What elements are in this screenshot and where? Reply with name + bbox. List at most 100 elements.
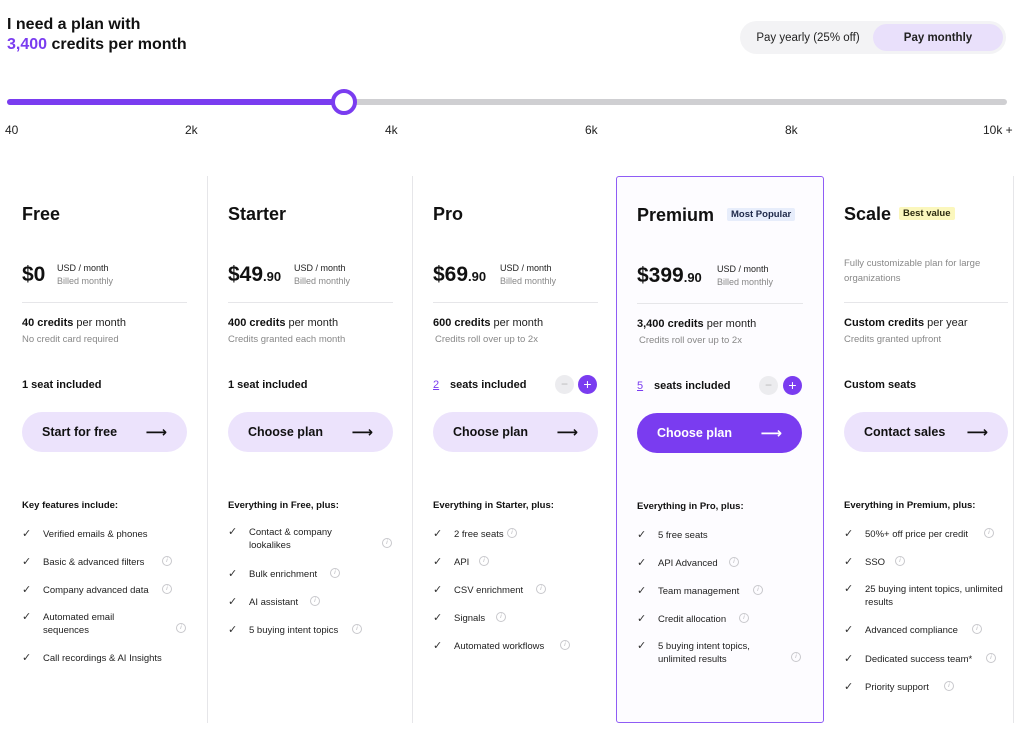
best-value-badge: Best value bbox=[899, 207, 955, 220]
feature-text: 25 buying intent topics, unlimited resul… bbox=[865, 584, 1003, 608]
credits-amount: 3,400 credits bbox=[637, 318, 704, 330]
credits-note: No credit card required bbox=[22, 334, 119, 345]
check-icon: ✓ bbox=[637, 613, 647, 625]
check-icon: ✓ bbox=[433, 612, 443, 624]
check-icon: ✓ bbox=[637, 529, 647, 541]
info-icon[interactable]: i bbox=[507, 528, 517, 538]
feature-text: Signals bbox=[454, 613, 486, 624]
info-icon[interactable]: i bbox=[739, 613, 749, 623]
info-icon[interactable]: i bbox=[536, 584, 546, 594]
billing-cycle: Billed monthly bbox=[57, 276, 114, 286]
slider-tick: 10k + bbox=[983, 123, 1013, 137]
features-heading: Everything in Pro, plus: bbox=[637, 501, 744, 512]
price: $399.90 bbox=[637, 264, 702, 288]
plan-card-free: Free $0 USD / month Billed monthly 40 cr… bbox=[0, 176, 206, 723]
credits-amount: 400 credits bbox=[228, 317, 286, 329]
plan-name: Starter bbox=[228, 204, 287, 224]
info-icon[interactable]: i bbox=[496, 612, 506, 622]
choose-plan-button[interactable]: Choose plan ⟶ bbox=[433, 412, 598, 452]
seat-decrement-button[interactable]: − bbox=[555, 375, 574, 394]
feature-text: CSV enrichment bbox=[454, 585, 524, 596]
plan-card-starter: Starter $49.90 USD / month Billed monthl… bbox=[207, 176, 413, 723]
price-unit: USD / month bbox=[717, 264, 769, 274]
feature-text: Credit allocation bbox=[658, 614, 727, 625]
billing-cycle: Billed monthly bbox=[500, 276, 557, 286]
headline-suffix: credits per month bbox=[51, 36, 187, 53]
credits-amount: 40 credits bbox=[22, 317, 74, 329]
choose-plan-button[interactable]: Choose plan ⟶ bbox=[228, 412, 393, 452]
credits-note: Credits roll over up to 2x bbox=[435, 334, 538, 345]
slider-tick: 40 bbox=[5, 123, 19, 137]
info-icon[interactable]: i bbox=[984, 528, 994, 538]
info-icon[interactable]: i bbox=[310, 596, 320, 606]
info-icon[interactable]: i bbox=[895, 556, 905, 566]
cta-label: Start for free bbox=[42, 425, 118, 439]
seat-increment-button[interactable]: + bbox=[578, 375, 597, 394]
credits-suffix: per month bbox=[490, 317, 544, 329]
plan-card-pro: Pro $69.90 USD / month Billed monthly 60… bbox=[412, 176, 618, 723]
price-main: $69 bbox=[433, 263, 469, 286]
info-icon[interactable]: i bbox=[479, 556, 489, 566]
check-icon: ✓ bbox=[433, 640, 443, 652]
credits-slider[interactable] bbox=[7, 89, 1007, 115]
info-icon[interactable]: i bbox=[986, 653, 996, 663]
pay-monthly-option[interactable]: Pay monthly bbox=[873, 24, 1003, 51]
feature-text: Bulk enrichment bbox=[249, 569, 318, 580]
seat-decrement-button[interactable]: − bbox=[759, 376, 778, 395]
pay-yearly-option[interactable]: Pay yearly (25% off) bbox=[743, 24, 873, 51]
slider-thumb[interactable] bbox=[331, 89, 357, 115]
info-icon[interactable]: i bbox=[791, 652, 801, 662]
info-icon[interactable]: i bbox=[560, 640, 570, 650]
cta-label: Choose plan bbox=[453, 425, 529, 439]
contact-sales-button[interactable]: Contact sales ⟶ bbox=[844, 412, 1008, 452]
arrow-right-icon: ⟶ bbox=[760, 425, 782, 442]
price-cents: .90 bbox=[683, 270, 702, 285]
feature-text: Dedicated success team* bbox=[865, 654, 973, 665]
choose-plan-button[interactable]: Choose plan ⟶ bbox=[637, 413, 802, 453]
seats-label: seats included bbox=[450, 379, 527, 391]
seats-label: Custom seats bbox=[844, 379, 917, 391]
price-unit: USD / month bbox=[57, 263, 109, 273]
credits-amount: 3,400 bbox=[7, 36, 48, 53]
arrow-right-icon: ⟶ bbox=[556, 424, 578, 441]
price-row: $0 USD / month Billed monthly bbox=[22, 263, 187, 293]
feature-text: Company advanced data bbox=[43, 585, 149, 596]
check-icon: ✓ bbox=[844, 556, 854, 568]
plan-name: Premium bbox=[637, 205, 715, 225]
start-for-free-button[interactable]: Start for free ⟶ bbox=[22, 412, 187, 452]
plans-grid: Free $0 USD / month Billed monthly 40 cr… bbox=[0, 176, 1025, 723]
seat-count[interactable]: 5 bbox=[637, 380, 643, 392]
slider-fill bbox=[7, 99, 344, 105]
check-icon: ✓ bbox=[22, 652, 32, 664]
plan-name: Pro bbox=[433, 204, 464, 224]
headline-line2: 3,400 credits per month bbox=[7, 35, 187, 55]
info-icon[interactable]: i bbox=[162, 556, 172, 566]
price-main: $49 bbox=[228, 263, 264, 286]
credits-note: Credits roll over up to 2x bbox=[639, 335, 742, 346]
credits-line: 3,400 credits per month bbox=[637, 318, 756, 330]
info-icon[interactable]: i bbox=[753, 585, 763, 595]
seat-increment-button[interactable]: + bbox=[783, 376, 802, 395]
credits-note: Credits granted upfront bbox=[844, 334, 942, 345]
info-icon[interactable]: i bbox=[162, 584, 172, 594]
info-icon[interactable]: i bbox=[330, 568, 340, 578]
info-icon[interactable]: i bbox=[944, 681, 954, 691]
plan-card-premium: Premium Most Popular $399.90 USD / month… bbox=[616, 176, 824, 723]
feature-text: Team management bbox=[658, 586, 740, 597]
info-icon[interactable]: i bbox=[382, 538, 392, 548]
info-icon[interactable]: i bbox=[352, 624, 362, 634]
most-popular-badge: Most Popular bbox=[727, 208, 796, 221]
check-icon: ✓ bbox=[637, 585, 647, 597]
arrow-right-icon: ⟶ bbox=[145, 424, 167, 441]
plan-name: Free bbox=[22, 204, 61, 224]
info-icon[interactable]: i bbox=[176, 623, 186, 633]
check-icon: ✓ bbox=[844, 624, 854, 636]
plan-description: Fully customizable plan for large organi… bbox=[844, 258, 981, 284]
check-icon: ✓ bbox=[22, 584, 32, 596]
info-icon[interactable]: i bbox=[729, 557, 739, 567]
check-icon: ✓ bbox=[844, 528, 854, 540]
feature-text: 5 buying intent topics bbox=[249, 625, 339, 636]
info-icon[interactable]: i bbox=[972, 624, 982, 634]
seat-count[interactable]: 2 bbox=[433, 379, 439, 391]
feature-text: Priority support bbox=[865, 682, 929, 693]
